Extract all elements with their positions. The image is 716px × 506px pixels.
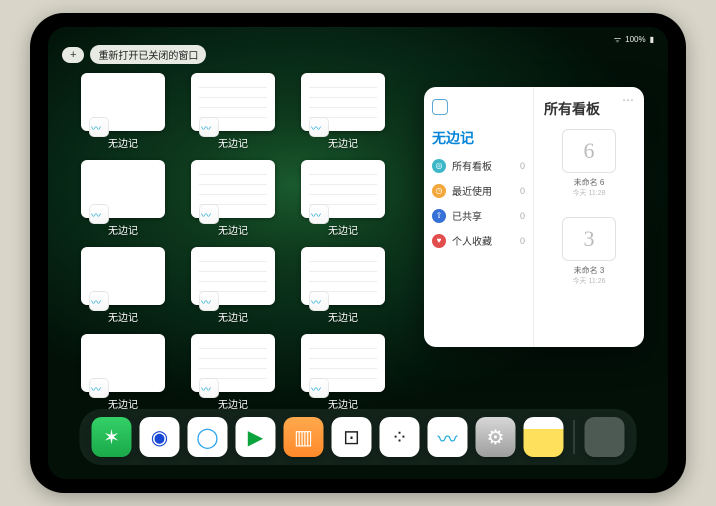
window-thumbnail[interactable]: 〰无边记: [78, 247, 168, 324]
board-time: 今天 11:26: [546, 276, 632, 286]
dock-app-freeform[interactable]: 〰: [428, 417, 468, 457]
thumbnail-preview[interactable]: 〰: [191, 334, 275, 392]
freeform-badge-icon: 〰: [201, 120, 211, 135]
sidebar-item-icon: ◷: [432, 184, 446, 198]
app-library-icon[interactable]: [585, 417, 625, 457]
freeform-badge-icon: 〰: [311, 294, 321, 309]
board-time: 今天 11:28: [546, 188, 632, 198]
sidebar-item-已共享[interactable]: ⇧ 已共享 0: [432, 208, 525, 223]
content-title: 所有看板: [544, 99, 634, 119]
panel-sidebar: 无边记 ◎ 所有看板 0 ◷ 最近使用 0 ⇧ 已共享 0 ♥ 个人收藏 0: [424, 87, 534, 347]
thumbnail-preview[interactable]: 〰: [301, 160, 385, 218]
dock-app-settings[interactable]: ⚙: [476, 417, 516, 457]
freeform-badge-icon: 〰: [201, 207, 211, 222]
window-thumbnail[interactable]: 〰无边记: [298, 160, 388, 237]
dock-app-notes[interactable]: [524, 417, 564, 457]
freeform-badge-icon: 〰: [201, 381, 211, 396]
thumbnail-label: 无边记: [328, 135, 358, 150]
window-thumbnail[interactable]: 〰无边记: [298, 334, 388, 411]
window-thumbnail[interactable]: 〰无边记: [78, 160, 168, 237]
thumbnail-label: 无边记: [108, 309, 138, 324]
window-thumbnail[interactable]: 〰无边记: [298, 247, 388, 324]
thumbnail-preview[interactable]: 〰: [191, 160, 275, 218]
board-card[interactable]: 3 未命名 3今天 11:26: [546, 217, 632, 293]
thumbnail-preview[interactable]: 〰: [81, 160, 165, 218]
freeform-badge-icon: 〰: [311, 120, 321, 135]
thumbnail-preview[interactable]: 〰: [301, 247, 385, 305]
sidebar-title: 无边记: [432, 128, 525, 148]
thumbnail-preview[interactable]: 〰: [191, 247, 275, 305]
freeform-badge-icon: 〰: [91, 120, 101, 135]
freeform-panel[interactable]: 无边记 ◎ 所有看板 0 ◷ 最近使用 0 ⇧ 已共享 0 ♥ 个人收藏 0 ⋯ 所有看板 6 未命名 …: [424, 87, 644, 347]
sidebar-item-所有看板[interactable]: ◎ 所有看板 0: [432, 158, 525, 173]
window-thumbnail[interactable]: 〰无边记: [298, 73, 388, 150]
freeform-app-icon: [432, 99, 448, 115]
board-thumbnail: 6: [562, 129, 616, 173]
more-icon[interactable]: ⋯: [622, 93, 634, 107]
new-window-button[interactable]: +: [62, 47, 84, 63]
freeform-badge-icon: 〰: [311, 381, 321, 396]
thumbnail-label: 无边记: [108, 135, 138, 150]
board-name: 未命名 3: [546, 265, 632, 276]
sidebar-item-count: 0: [520, 186, 525, 196]
dock: ✶◉◯▶▥⊡⁘〰⚙: [80, 409, 637, 465]
sidebar-item-count: 0: [520, 211, 525, 221]
window-thumbnail[interactable]: 〰无边记: [78, 334, 168, 411]
thumbnail-preview[interactable]: 〰: [301, 334, 385, 392]
dock-app-qq-browser[interactable]: ◯: [188, 417, 228, 457]
sidebar-item-label: 所有看板: [452, 158, 492, 173]
sidebar-item-label: 已共享: [452, 208, 482, 223]
freeform-badge-icon: 〰: [311, 207, 321, 222]
thumbnail-label: 无边记: [218, 222, 248, 237]
window-thumbnail[interactable]: 〰无边记: [188, 73, 278, 150]
dock-app-wechat[interactable]: ✶: [92, 417, 132, 457]
sidebar-item-icon: ♥: [432, 234, 446, 248]
freeform-badge-icon: 〰: [91, 294, 101, 309]
dock-app-quark-browser[interactable]: ◉: [140, 417, 180, 457]
ipad-frame: ᯤ 100% ▮ + 重新打开已关闭的窗口 〰无边记〰无边记〰无边记〰无边记〰无…: [30, 13, 686, 493]
reopen-closed-window-button[interactable]: 重新打开已关闭的窗口: [90, 45, 206, 64]
freeform-badge-icon: 〰: [201, 294, 211, 309]
wifi-icon: ᯤ: [614, 34, 621, 45]
thumbnail-label: 无边记: [328, 222, 358, 237]
sidebar-item-count: 0: [520, 236, 525, 246]
thumbnail-label: 无边记: [218, 309, 248, 324]
thumbnail-label: 无边记: [328, 309, 358, 324]
thumbnail-preview[interactable]: 〰: [81, 334, 165, 392]
thumbnail-label: 无边记: [218, 135, 248, 150]
dock-app-app-dots[interactable]: ⁘: [380, 417, 420, 457]
sidebar-item-count: 0: [520, 161, 525, 171]
window-thumbnail[interactable]: 〰无边记: [188, 160, 278, 237]
sidebar-item-icon: ⇧: [432, 209, 446, 223]
thumbnail-label: 无边记: [108, 222, 138, 237]
window-thumbnail[interactable]: 〰无边记: [188, 247, 278, 324]
board-thumbnail: 3: [562, 217, 616, 261]
thumbnail-preview[interactable]: 〰: [191, 73, 275, 131]
freeform-badge-icon: 〰: [91, 207, 101, 222]
board-card[interactable]: 6 未命名 6今天 11:28: [546, 129, 632, 205]
dock-app-app-white-square[interactable]: ⊡: [332, 417, 372, 457]
battery-icon: ▮: [650, 35, 654, 44]
battery-label: 100%: [625, 35, 645, 44]
window-thumbnail[interactable]: 〰无边记: [188, 334, 278, 411]
board-name: 未命名 6: [546, 177, 632, 188]
sidebar-item-icon: ◎: [432, 159, 446, 173]
sidebar-item-label: 最近使用: [452, 183, 492, 198]
dock-app-tencent-video[interactable]: ▶: [236, 417, 276, 457]
ipad-screen: ᯤ 100% ▮ + 重新打开已关闭的窗口 〰无边记〰无边记〰无边记〰无边记〰无…: [48, 27, 668, 479]
thumbnail-preview[interactable]: 〰: [81, 73, 165, 131]
sidebar-item-label: 个人收藏: [452, 233, 492, 248]
sidebar-item-个人收藏[interactable]: ♥ 个人收藏 0: [432, 233, 525, 248]
thumbnail-preview[interactable]: 〰: [81, 247, 165, 305]
dock-app-books[interactable]: ▥: [284, 417, 324, 457]
panel-content: ⋯ 所有看板 6 未命名 6今天 11:28 3 未命名 3今天 11:26: [534, 87, 644, 347]
window-thumbnail[interactable]: 〰无边记: [78, 73, 168, 150]
dock-separator: [574, 420, 575, 454]
app-expose-grid: 〰无边记〰无边记〰无边记〰无边记〰无边记〰无边记〰无边记〰无边记〰无边记〰无边记…: [78, 73, 418, 411]
top-pill-row: + 重新打开已关闭的窗口: [62, 45, 206, 64]
freeform-badge-icon: 〰: [91, 381, 101, 396]
thumbnail-preview[interactable]: 〰: [301, 73, 385, 131]
sidebar-item-最近使用[interactable]: ◷ 最近使用 0: [432, 183, 525, 198]
